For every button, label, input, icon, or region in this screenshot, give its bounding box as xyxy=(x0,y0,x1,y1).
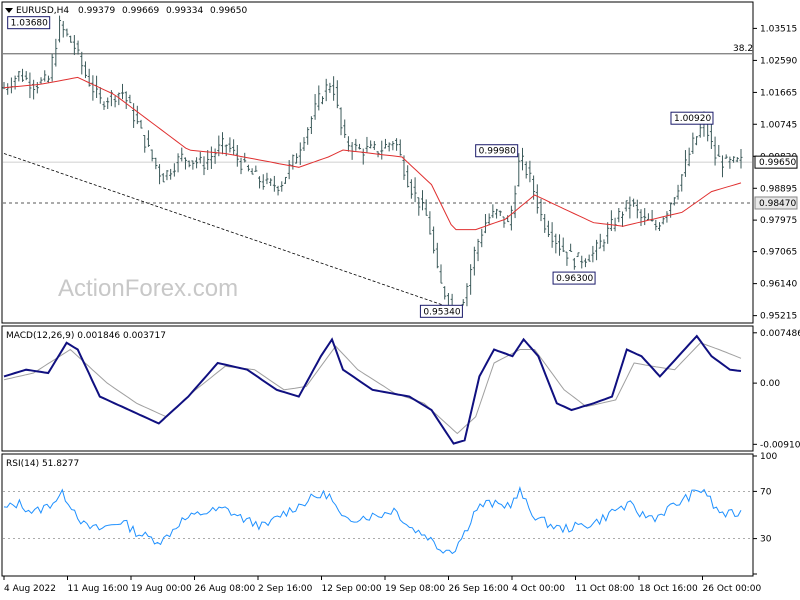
price-tick-label: 0.97065 xyxy=(760,248,797,258)
rsi-tick-label: 30 xyxy=(760,535,772,545)
price-annotation-label: 0.99980 xyxy=(479,147,516,157)
price-annotation-label: 0.96300 xyxy=(556,274,593,284)
price-tick-label: 0.98895 xyxy=(760,184,797,194)
macd-label: MACD(12,26,9) 0.001846 0.003717 xyxy=(6,331,166,341)
header-open: 0.99379 xyxy=(78,6,115,16)
time-tick-label: 26 Sep 16:00 xyxy=(449,584,509,594)
price-tick-label: 0.97975 xyxy=(760,216,797,226)
header-low: 0.99334 xyxy=(166,6,203,16)
price-annotation-label: 0.95340 xyxy=(423,307,460,317)
time-tick-label: 26 Oct 00:00 xyxy=(703,584,762,594)
time-tick-label: 12 Sep 00:00 xyxy=(322,584,382,594)
price-annotation-label: 1.03680 xyxy=(11,19,48,29)
time-tick-label: 19 Sep 08:00 xyxy=(385,584,445,594)
support-level-label: 0.98470 xyxy=(759,199,796,209)
forex-chart: ActionForex.com 1.03515 1.02590 1.01665 1.0… xyxy=(0,0,800,600)
price-annotation-label: 1.00920 xyxy=(674,114,711,124)
time-tick-label: 11 Oct 08:00 xyxy=(576,584,635,594)
time-tick-label: 26 Aug 08:00 xyxy=(195,584,256,594)
time-tick-label: 4 Oct 00:00 xyxy=(512,584,565,594)
rsi-tick-label: 70 xyxy=(760,487,772,497)
time-tick-label: 18 Oct 16:00 xyxy=(639,584,698,594)
time-tick-label: 2 Sep 16:00 xyxy=(258,584,313,594)
price-tick-label: 1.02590 xyxy=(760,56,797,66)
price-tick-label: 1.03515 xyxy=(760,24,797,34)
time-tick-label: 11 Aug 16:00 xyxy=(68,584,129,594)
time-tick-label: 19 Aug 00:00 xyxy=(131,584,192,594)
price-tick-label: 1.00745 xyxy=(760,120,797,130)
header-high: 0.99669 xyxy=(122,6,159,16)
price-tick-label: 1.01665 xyxy=(760,88,797,98)
macd-tick-label: 0.00 xyxy=(760,379,780,389)
chart-header: EURUSD,H4 0.99379 0.99669 0.99334 0.9965… xyxy=(5,6,247,16)
macd-tick-label: 0.007486 xyxy=(760,329,800,339)
current-price-label: 0.99650 xyxy=(759,158,796,168)
price-tick-label: 0.95215 xyxy=(760,312,797,322)
header-symbol: EURUSD,H4 xyxy=(16,6,69,16)
header-close: 0.99650 xyxy=(210,6,247,16)
macd-tick-label: -0.009104 xyxy=(760,440,800,450)
fib-38-label: 38.2 xyxy=(733,44,753,54)
rsi-label: RSI(14) 51.8277 xyxy=(6,459,79,469)
time-tick-label: 4 Aug 2022 xyxy=(4,584,56,594)
price-tick-label: 0.96140 xyxy=(760,280,797,290)
watermark: ActionForex.com xyxy=(58,275,238,302)
rsi-tick-label: 100 xyxy=(760,452,777,462)
